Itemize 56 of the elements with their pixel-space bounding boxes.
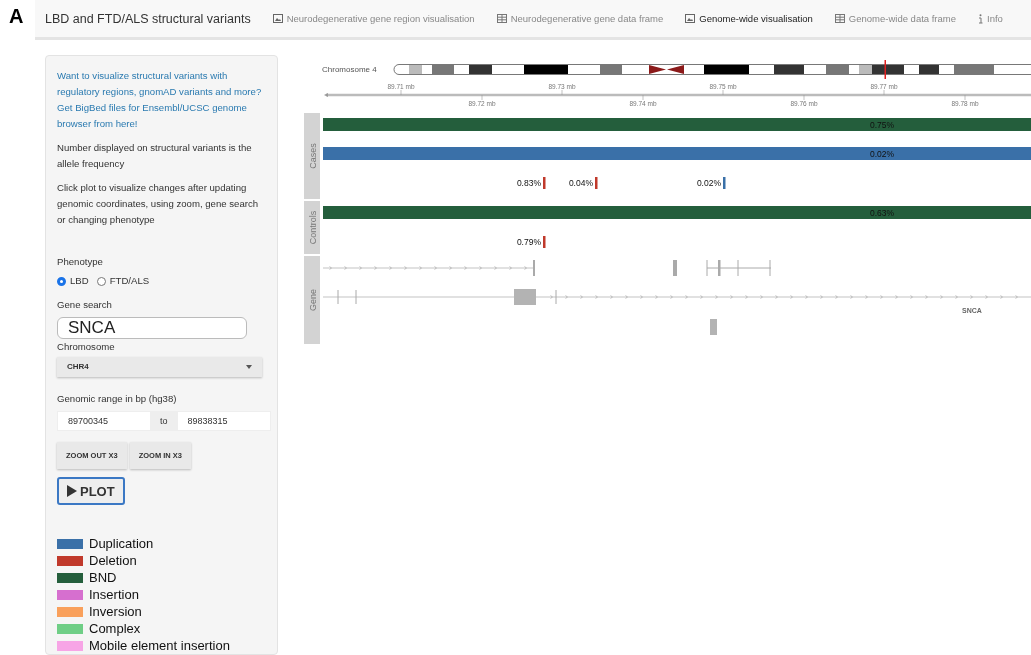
nav-tab[interactable]: Genome-wide visualisation bbox=[685, 13, 813, 24]
frequency-label: 0.02% bbox=[696, 178, 721, 188]
phenotype-label: Phenotype bbox=[57, 255, 104, 269]
variant-tick[interactable] bbox=[595, 177, 598, 189]
phenotype-radio[interactable]: LBD bbox=[57, 273, 89, 289]
exon-block bbox=[710, 319, 717, 335]
caret-icon bbox=[246, 364, 252, 369]
frequency-label: 0.02% bbox=[869, 149, 895, 159]
legend-label: Inversion bbox=[89, 603, 142, 620]
legend-label: Complex bbox=[89, 620, 141, 637]
frequency-label: 0.79% bbox=[516, 237, 541, 247]
chromosome-label: Chromosome bbox=[57, 340, 116, 354]
chromosome-label: Chromosome 4 bbox=[322, 65, 377, 74]
frequency-label: 0.63% bbox=[869, 208, 895, 218]
legend-label: Duplication bbox=[89, 535, 154, 552]
figure-label: A bbox=[8, 4, 25, 29]
app-title: LBD and FTD/ALS structural variants bbox=[45, 11, 251, 26]
legend-label: Insertion bbox=[89, 586, 139, 603]
variant-tick[interactable] bbox=[543, 177, 546, 189]
variant-tick[interactable] bbox=[723, 177, 726, 189]
image-icon bbox=[272, 14, 283, 23]
position-marker bbox=[884, 60, 886, 79]
track-label: Controls bbox=[307, 210, 318, 245]
plot-button[interactable]: PLOT bbox=[57, 477, 125, 505]
frequency-label: 0.04% bbox=[568, 178, 593, 188]
bigbed-link[interactable]: Want to visualize structural variants with regulatory regions, gnomAD variants and more? Get BigBed files for Ensembl/UCSC genome browser from here! bbox=[57, 68, 267, 132]
track-label: Cases bbox=[307, 143, 318, 169]
legend-label: Mobile element insertion bbox=[89, 637, 230, 654]
table-icon bbox=[834, 14, 845, 23]
help-text: Number displayed on structural variants is the allele frequency bbox=[57, 141, 253, 171]
chromosome-select[interactable]: CHR4 bbox=[57, 357, 262, 377]
radio-dot[interactable] bbox=[96, 276, 106, 286]
range-separator: to bbox=[151, 410, 177, 432]
track-label-strip bbox=[304, 201, 320, 254]
phenotype-radio[interactable]: FTD/ALS bbox=[96, 273, 150, 289]
nav-tab[interactable]: Info bbox=[978, 13, 1003, 24]
info-icon bbox=[978, 13, 984, 24]
gene-search-field[interactable]: SNCA bbox=[57, 317, 247, 339]
nav-tab[interactable]: Neurodegenerative gene region visualisation bbox=[272, 13, 475, 24]
radio-dot[interactable] bbox=[57, 276, 66, 286]
play-icon bbox=[67, 485, 77, 498]
track-label: Gene bbox=[307, 289, 318, 311]
legend-label: Deletion bbox=[89, 552, 137, 569]
range-end-field[interactable]: 89838315 bbox=[176, 410, 271, 432]
nav-tab[interactable]: Neurodegenerative gene data frame bbox=[496, 13, 664, 24]
legend-label: BND bbox=[89, 569, 117, 586]
gene-search-label: Gene search bbox=[57, 298, 113, 312]
help-text: Click plot to visualize changes after updating genomic coordinates, using zoom, gene search or changing phenotype bbox=[57, 181, 260, 227]
range-label: Genomic range in bp (hg38) bbox=[57, 391, 178, 406]
variant-tick[interactable] bbox=[543, 236, 546, 248]
table-icon bbox=[496, 14, 507, 23]
range-start-field[interactable]: 89700345 bbox=[57, 410, 151, 432]
nav-tab[interactable]: Genome-wide data frame bbox=[834, 13, 957, 24]
frequency-label: 0.83% bbox=[516, 178, 541, 188]
image-icon bbox=[685, 14, 696, 23]
frequency-label: 0.75% bbox=[869, 120, 895, 130]
